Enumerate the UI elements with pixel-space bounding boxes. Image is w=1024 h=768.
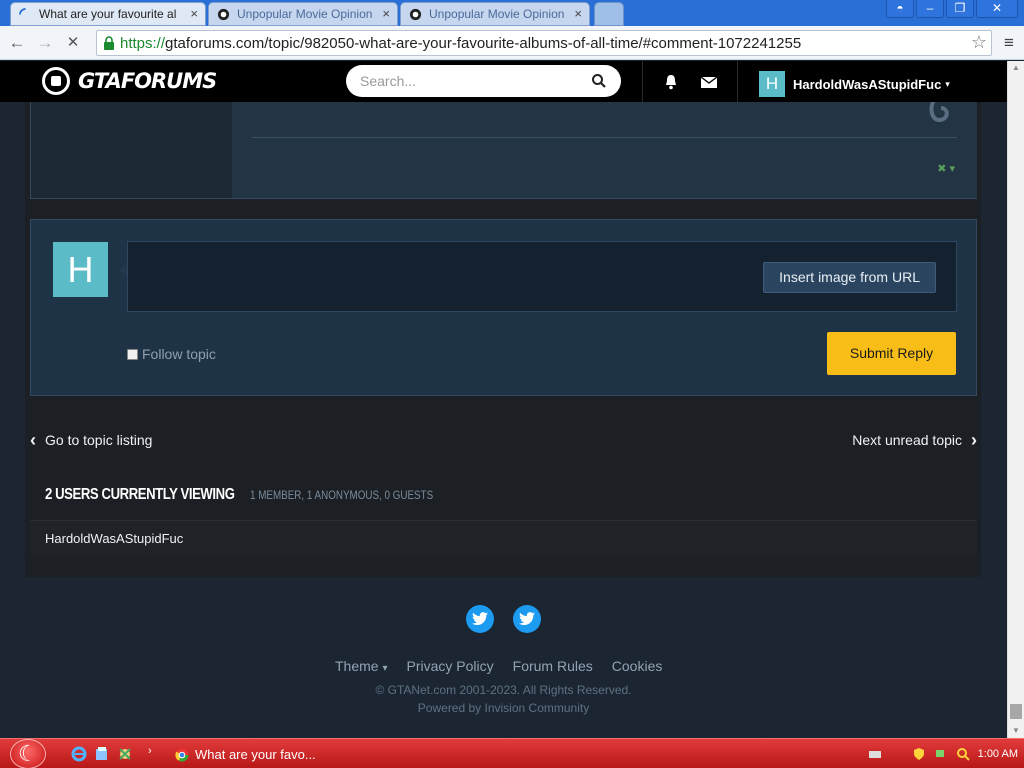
gtaforums-logo-icon xyxy=(42,67,70,95)
tab-title: Unpopular Movie Opinion xyxy=(429,7,565,21)
header-divider xyxy=(642,61,643,102)
checkbox[interactable] xyxy=(127,348,138,360)
search-icon[interactable] xyxy=(591,73,607,89)
theme-menu[interactable]: Theme ▾ xyxy=(335,658,388,674)
os-taskbar: › What are your favo... 1:00 AM xyxy=(0,738,1024,768)
restore-icon[interactable]: ❐ xyxy=(946,0,974,18)
avatar: H xyxy=(53,242,108,297)
site-favicon-icon xyxy=(217,8,230,21)
start-orb-icon[interactable] xyxy=(10,739,46,768)
powered-by-link[interactable]: Powered by Invision Community xyxy=(0,701,1007,715)
browser-tab[interactable]: Unpopular Movie Opinion × xyxy=(208,2,398,26)
follow-topic-checkbox[interactable]: Follow topic xyxy=(127,346,216,362)
previous-post: ✖ ▾ xyxy=(30,102,977,199)
twitter-icon xyxy=(472,612,488,625)
loading-spinner-icon xyxy=(19,8,26,15)
lock-icon xyxy=(104,36,114,50)
topic-navigation: ‹ Go to topic listing Next unread topic … xyxy=(30,430,977,452)
post-body: ✖ ▾ xyxy=(232,102,977,198)
new-tab-button[interactable] xyxy=(594,2,624,26)
chevron-right-icon: › xyxy=(971,430,977,450)
forward-button[interactable]: → xyxy=(34,32,56,54)
next-unread-topic-link[interactable]: Next unread topic › xyxy=(852,430,977,450)
scroll-up-icon[interactable]: ▲ xyxy=(1012,63,1020,72)
back-button[interactable]: ← xyxy=(6,32,28,54)
submit-reply-button[interactable]: Submit Reply xyxy=(827,332,956,375)
page-scrollbar[interactable]: ▲ ▼ xyxy=(1007,61,1024,738)
header-divider xyxy=(737,61,738,102)
reply-box: H Insert image from URL Follow topic Sub… xyxy=(30,219,977,396)
site-logo[interactable]: GTAFORUMS xyxy=(42,67,217,95)
tab-close-icon[interactable]: × xyxy=(190,6,198,21)
profile-icon[interactable]: ◓ xyxy=(886,0,914,18)
search-box[interactable] xyxy=(346,65,621,97)
go-to-topic-listing-link[interactable]: ‹ Go to topic listing xyxy=(30,430,152,450)
app-launcher-icon[interactable] xyxy=(117,746,133,762)
shield-icon[interactable] xyxy=(912,747,926,761)
system-tray: 1:00 AM xyxy=(868,747,1018,761)
viewer-list: HardoldWasAStupidFuc xyxy=(30,520,977,557)
viewing-breakdown: 1 MEMBER, 1 ANONYMOUS, 0 GUESTS xyxy=(250,488,434,502)
search-input[interactable] xyxy=(360,72,580,90)
react-menu-icon[interactable]: ✖ ▾ xyxy=(937,162,955,175)
site-favicon-icon xyxy=(409,8,422,21)
chevron-down-icon: ▾ xyxy=(945,78,950,89)
privacy-policy-link[interactable]: Privacy Policy xyxy=(407,658,494,674)
address-bar[interactable]: https://gtaforums.com/topic/982050-what-… xyxy=(96,30,992,56)
bell-icon[interactable] xyxy=(662,73,680,91)
scroll-down-icon[interactable]: ▼ xyxy=(1012,726,1020,735)
user-menu[interactable]: H HardoldWasAStupidFuc ▾ xyxy=(759,71,950,97)
insert-image-button[interactable]: Insert image from URL xyxy=(763,262,936,293)
browser-tab-active[interactable]: What are your favourite al × xyxy=(10,2,206,26)
tab-title: Unpopular Movie Opinion xyxy=(237,7,373,21)
twitter-icon xyxy=(519,612,535,625)
chrome-icon xyxy=(175,748,189,761)
keyboard-icon[interactable] xyxy=(868,747,882,761)
post-author-column xyxy=(31,102,231,198)
forum-rules-link[interactable]: Forum Rules xyxy=(513,658,593,674)
browser-tab[interactable]: Unpopular Movie Opinion × xyxy=(400,2,590,26)
taskbar-window-button[interactable]: What are your favo... xyxy=(173,742,323,767)
footer-links: Theme ▾ Privacy Policy Forum Rules Cooki… xyxy=(335,658,662,674)
menu-icon[interactable]: ≡ xyxy=(998,32,1020,54)
ie-icon[interactable] xyxy=(71,746,87,762)
site-footer: Theme ▾ Privacy Policy Forum Rules Cooki… xyxy=(0,577,1007,737)
users-viewing-heading: 2 USERS CURRENTLY VIEWING 1 MEMBER, 1 AN… xyxy=(45,486,474,504)
twitter-button[interactable] xyxy=(466,605,494,633)
speech-arrow xyxy=(119,264,127,276)
page-content: ✖ ▾ H Insert image from URL Follow topic… xyxy=(25,102,981,577)
minimize-icon[interactable]: – xyxy=(916,0,944,18)
file-explorer-icon[interactable] xyxy=(94,746,110,762)
close-window-icon[interactable]: ✕ xyxy=(976,0,1018,18)
tab-title: What are your favourite al xyxy=(39,7,177,21)
site-header: GTAFORUMS H HardoldWasAStupidFuc ▾ xyxy=(0,61,1007,102)
scrollbar-thumb[interactable] xyxy=(1010,704,1022,719)
window-controls: ◓ – ❐ ✕ xyxy=(886,0,1018,18)
viewing-title: 2 USERS CURRENTLY VIEWING xyxy=(45,486,235,503)
viewer-name[interactable]: HardoldWasAStupidFuc xyxy=(45,531,183,546)
post-divider xyxy=(252,137,957,138)
chevron-down-icon: ▾ xyxy=(382,663,388,674)
browser-tab-bar: What are your favourite al × Unpopular M… xyxy=(0,0,1024,26)
tab-close-icon[interactable]: × xyxy=(574,6,582,21)
network-icon[interactable] xyxy=(934,747,948,761)
taskbar-expand-icon[interactable]: › xyxy=(148,745,152,757)
follow-topic-label: Follow topic xyxy=(142,346,216,362)
clock[interactable]: 1:00 AM xyxy=(978,748,1018,760)
avatar: H xyxy=(759,71,785,97)
tab-close-icon[interactable]: × xyxy=(382,6,390,21)
cookies-link[interactable]: Cookies xyxy=(612,658,663,674)
envelope-icon[interactable] xyxy=(700,73,718,91)
reply-editor[interactable]: Insert image from URL xyxy=(127,241,957,312)
star-icon[interactable]: ☆ xyxy=(971,32,987,53)
url-text: https://gtaforums.com/topic/982050-what-… xyxy=(120,35,802,52)
speaker-icon[interactable] xyxy=(956,747,970,761)
twitter-button[interactable] xyxy=(513,605,541,633)
stop-reload-button[interactable]: ✕ xyxy=(62,32,84,54)
chevron-left-icon: ‹ xyxy=(30,430,36,450)
username: HardoldWasAStupidFuc xyxy=(793,76,942,92)
reaction-icon[interactable] xyxy=(925,102,953,124)
copyright: © GTANet.com 2001-2023. All Rights Reser… xyxy=(375,683,632,697)
browser-toolbar: ← → ✕ https://gtaforums.com/topic/982050… xyxy=(0,26,1024,60)
